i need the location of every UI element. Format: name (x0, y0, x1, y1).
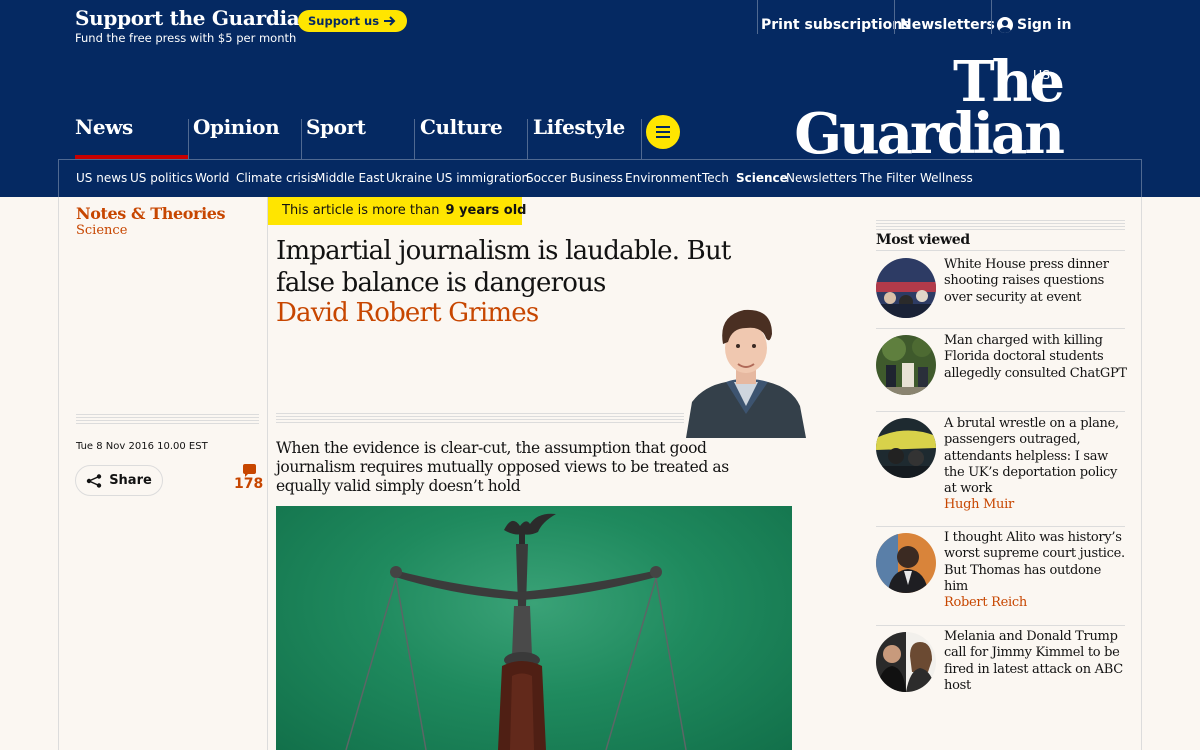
sub-navigation: US news US politics World Climate crisis… (58, 159, 1142, 197)
pillar-news[interactable]: News (75, 115, 133, 139)
hamburger-icon-bar (656, 136, 670, 138)
pillar-sport[interactable]: Sport (306, 115, 366, 139)
print-subscriptions-link[interactable]: Print subscriptions (761, 17, 911, 33)
subnav-environment[interactable]: Environment (625, 171, 702, 185)
support-bar: Support the Guardian Fund the free press… (0, 0, 1200, 53)
headline-divider (276, 413, 684, 425)
most-viewed-divider (876, 220, 1125, 232)
arrow-right-icon (384, 16, 396, 26)
subnav-us-news[interactable]: US news (76, 171, 127, 185)
most-viewed-item[interactable]: Man charged with killing Florida doctora… (876, 328, 1127, 411)
subnav-us-politics[interactable]: US politics (130, 171, 193, 185)
most-viewed-thumbnail (876, 258, 936, 318)
scales-of-justice-image (276, 506, 792, 750)
share-icon (86, 473, 102, 488)
logo-line2: Guardian (794, 100, 1065, 167)
age-value: 9 years old (445, 203, 527, 218)
divider (414, 119, 415, 159)
subnav-climate-crisis[interactable]: Climate crisis (236, 171, 317, 185)
article-date: Tue 8 Nov 2016 10.00 EST (76, 441, 208, 452)
subnav-wellness[interactable]: Wellness (920, 171, 973, 185)
subnav-the-filter[interactable]: The Filter (860, 171, 916, 185)
subnav-newsletters[interactable]: Newsletters (786, 171, 857, 185)
support-us-label: Support us (308, 14, 380, 28)
most-viewed-item[interactable]: White House press dinner shooting raises… (876, 250, 1125, 328)
share-button[interactable]: Share (75, 465, 163, 496)
most-viewed-author: Hugh Muir (944, 497, 1014, 513)
hamburger-icon-bar (656, 131, 670, 133)
meta-divider (76, 414, 259, 426)
most-viewed-thumbnail (876, 533, 936, 593)
article-age-warning: This article is more than 9 years old (268, 197, 527, 225)
most-viewed-text: I thought Alito was history’s worst supr… (944, 530, 1127, 611)
sign-in-link[interactable]: Sign in (997, 17, 1072, 33)
sign-in-label: Sign in (1017, 17, 1072, 33)
menu-button[interactable] (646, 115, 680, 149)
divider (894, 0, 895, 34)
subnav-science[interactable]: Science (736, 171, 788, 185)
most-viewed-headline: I thought Alito was history’s worst supr… (944, 530, 1125, 594)
most-viewed-headline: A brutal wrestle on a plane, passengers … (944, 416, 1119, 497)
most-viewed-thumbnail (876, 335, 936, 395)
divider (188, 119, 189, 159)
share-label: Share (109, 473, 152, 488)
column-divider (267, 197, 268, 750)
support-subtitle: Fund the free press with $5 per month (75, 31, 297, 45)
most-viewed-item[interactable]: Melania and Donald Trump call for Jimmy … (876, 625, 1125, 705)
guardian-logo[interactable]: The Guardian (786, 54, 1065, 167)
author-byline[interactable]: David Robert Grimes (276, 298, 539, 328)
article-standfirst: When the evidence is clear-cut, the assu… (276, 439, 729, 495)
most-viewed-thumbnail (876, 632, 936, 692)
subnav-world[interactable]: World (195, 171, 229, 185)
divider (641, 119, 642, 159)
subnav-business[interactable]: Business (570, 171, 623, 185)
user-icon (997, 17, 1013, 33)
most-viewed-text: A brutal wrestle on a plane, passengers … (944, 416, 1127, 514)
masthead: US ⌄ The Guardian News Opinion Sport Cul… (0, 53, 1200, 197)
most-viewed-item[interactable]: I thought Alito was history’s worst supr… (876, 526, 1125, 625)
subnav-ukraine[interactable]: Ukraine (386, 171, 432, 185)
series-label[interactable]: Notes & Theories (76, 204, 226, 223)
support-title: Support the Guardian (75, 6, 314, 30)
most-viewed-title: Most viewed (876, 232, 970, 248)
divider (527, 119, 528, 159)
newsletters-link[interactable]: Newsletters (900, 17, 995, 33)
pillar-lifestyle[interactable]: Lifestyle (533, 115, 625, 139)
subnav-middle-east[interactable]: Middle East (315, 171, 384, 185)
subnav-tech[interactable]: Tech (702, 171, 729, 185)
support-us-button[interactable]: Support us (298, 10, 408, 32)
divider (757, 0, 758, 34)
most-viewed-thumbnail (876, 418, 936, 478)
most-viewed-headline: Melania and Donald Trump call for Jimmy … (944, 629, 1123, 693)
comment-count[interactable]: 178 (234, 476, 263, 492)
subnav-soccer[interactable]: Soccer (526, 171, 566, 185)
most-viewed-author: Robert Reich (944, 595, 1027, 611)
age-prefix: This article is more than (282, 203, 440, 218)
divider (301, 119, 302, 159)
frame-border (1141, 197, 1142, 750)
frame-border (58, 197, 59, 750)
comment-icon[interactable] (243, 464, 256, 477)
article-headline: Impartial journalism is laudable. But fa… (276, 236, 731, 298)
pillar-culture[interactable]: Culture (420, 115, 503, 139)
author-photo (684, 302, 806, 438)
section-label[interactable]: Science (76, 223, 127, 238)
hamburger-icon-bar (656, 126, 670, 128)
most-viewed-headline: Man charged with killing Florida doctora… (944, 333, 1127, 381)
pillar-opinion[interactable]: Opinion (193, 115, 280, 139)
most-viewed-item[interactable]: A brutal wrestle on a plane, passengers … (876, 411, 1125, 526)
most-viewed-headline: White House press dinner shooting raises… (944, 257, 1109, 305)
subnav-us-immigration[interactable]: US immigration (436, 171, 529, 185)
divider (991, 0, 992, 34)
